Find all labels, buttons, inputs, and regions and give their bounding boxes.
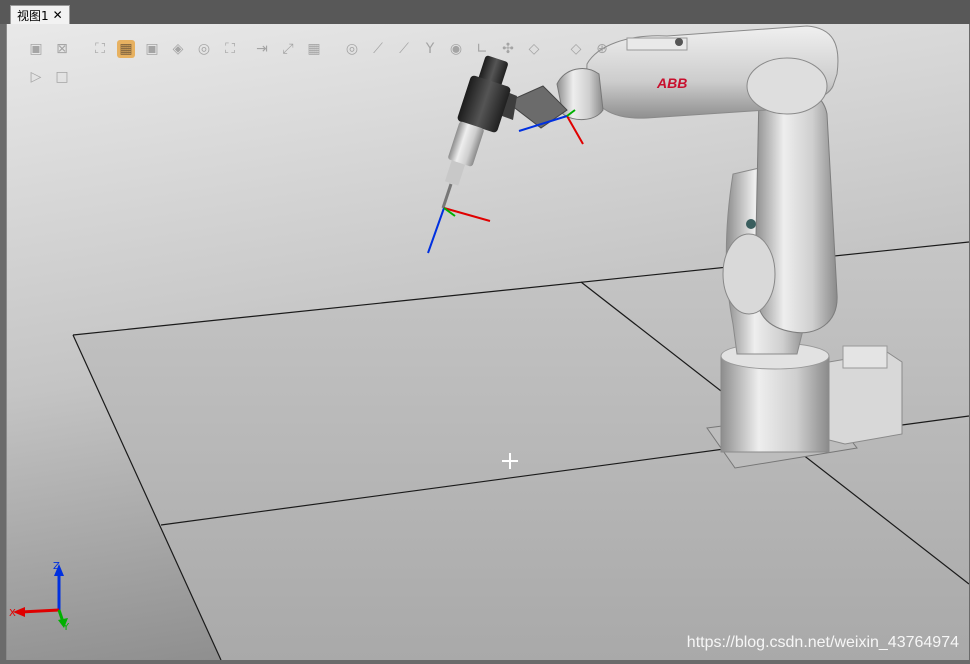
- robot-scene: ABB Z X Y: [7, 24, 969, 660]
- view-solid-icon[interactable]: ▣: [27, 40, 45, 58]
- select-target-icon[interactable]: ◎: [195, 40, 213, 58]
- view-tab-bar: 视图1 ✕: [0, 0, 970, 24]
- snap-object-icon[interactable]: ⇥: [253, 40, 271, 58]
- measure-min-icon[interactable]: ✣: [499, 40, 517, 58]
- snap-middle-icon[interactable]: ▦: [305, 40, 323, 58]
- 3d-viewport[interactable]: ABB Z X Y ▣ ⊠ ⛶ ▦ ▣ ◈ ◎ ⛶ ⇥ ⤢ ▦ ◎ ⟋ ⟋ Y …: [6, 24, 969, 660]
- select-path-icon[interactable]: ⛶: [221, 40, 239, 58]
- select-body-icon[interactable]: ▦: [117, 40, 135, 58]
- axis-label-z: Z: [53, 561, 60, 572]
- watermark-text: https://blog.csdn.net/weixin_43764974: [686, 634, 959, 651]
- measure-axis-icon[interactable]: ◇: [567, 40, 585, 58]
- robot-upper-arm: ABB: [586, 25, 839, 119]
- crosshair-cursor-icon: [502, 453, 518, 469]
- tab-view1[interactable]: 视图1 ✕: [10, 5, 70, 24]
- zoom-fit-icon[interactable]: ⛶: [91, 40, 109, 58]
- view-wire-icon[interactable]: ⊠: [53, 40, 71, 58]
- measure-clear-icon[interactable]: ◇: [525, 40, 543, 58]
- axis-label-x: X: [9, 608, 16, 619]
- snap-grid-icon[interactable]: ◎: [343, 40, 361, 58]
- abb-logo: ABB: [656, 75, 687, 91]
- measure-point-icon[interactable]: Y: [421, 40, 439, 58]
- snap-center-icon[interactable]: ⟋: [369, 40, 387, 58]
- stop-icon[interactable]: □: [53, 68, 71, 86]
- freehand-jog-icon[interactable]: ⊕: [593, 40, 611, 58]
- close-icon[interactable]: ✕: [53, 8, 63, 22]
- tab-label: 视图1: [17, 8, 49, 23]
- axis-label-y: Y: [62, 622, 70, 633]
- application-frame: 视图1 ✕ ABB Z X Y ▣ ⊠ ⛶ ▦ ▣ ◈ ◎ ⛶ ⇥ ⤢ ▦ ◎ …: [0, 0, 970, 664]
- measure-distance-icon[interactable]: ⟋: [395, 40, 413, 58]
- play-icon[interactable]: ▷: [27, 68, 45, 86]
- select-part-icon[interactable]: ▣: [143, 40, 161, 58]
- snap-edge-icon[interactable]: ⤢: [279, 40, 297, 58]
- select-robot-icon[interactable]: ◈: [169, 40, 187, 58]
- measure-angle-icon[interactable]: ◉: [447, 40, 465, 58]
- measure-diameter-icon[interactable]: ∟: [473, 40, 491, 58]
